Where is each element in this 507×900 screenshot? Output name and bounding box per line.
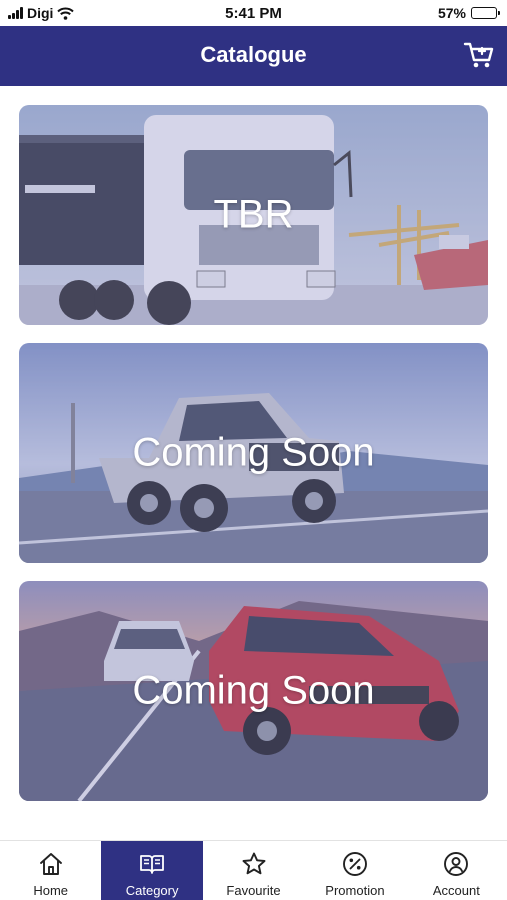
catalogue-card-pickup[interactable]: Coming Soon [19,343,488,563]
card-label: Coming Soon [132,668,375,713]
user-icon [444,852,469,876]
tab-favourite[interactable]: Favourite [203,841,304,900]
tab-label: Favourite [226,883,281,898]
tab-label: Promotion [325,883,385,898]
status-time: 5:41 PM [225,5,282,22]
percent-icon [342,852,367,876]
bottom-tab-bar: Home Category Favourite Promotion Accoun… [0,840,507,900]
catalogue-card-tbr[interactable]: TBR [19,105,488,325]
book-icon [140,855,165,874]
catalogue-card-sedan[interactable]: Coming Soon [19,581,488,801]
page-title: Catalogue [200,42,307,67]
cart-icon [463,42,494,68]
cart-button[interactable] [463,40,495,70]
catalogue-list: TBR Coming Soon Coming Soon [0,86,507,840]
battery-percent: 57% [437,5,466,21]
app-header: Catalogue [0,26,507,86]
tab-category[interactable]: Category [101,841,203,900]
tab-label: Category [125,883,179,898]
tab-promotion[interactable]: Promotion [304,841,405,900]
tab-home[interactable]: Home [0,841,101,900]
star-icon [242,852,265,875]
battery-icon [471,7,500,19]
card-label: Coming Soon [132,430,375,475]
tab-account[interactable]: Account [406,841,507,900]
status-right: 57% [437,5,500,21]
tab-label: Home [33,883,69,898]
status-bar: Digi 5:41 PM 57% [0,0,507,26]
card-label: TBR [213,192,294,237]
tab-label: Account [432,883,480,898]
home-icon [39,853,62,875]
